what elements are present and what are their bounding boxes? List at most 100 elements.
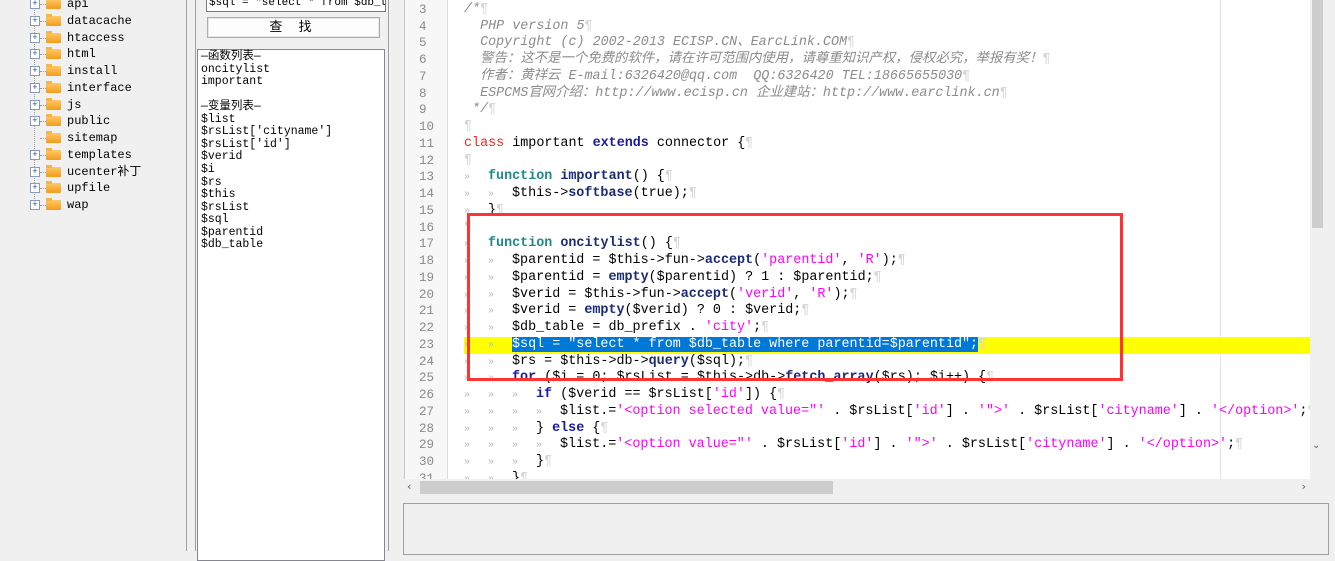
plus-box-icon[interactable]: + bbox=[30, 183, 40, 194]
tree-item-label: interface bbox=[67, 80, 132, 95]
vertical-scrollbar[interactable]: ⌄ bbox=[1310, 0, 1325, 479]
folder-icon bbox=[46, 131, 61, 143]
plus-box-icon[interactable]: + bbox=[30, 49, 40, 60]
code-token: ] . bbox=[945, 403, 978, 419]
tab-marker: » » » bbox=[464, 390, 537, 402]
plus-box-icon[interactable]: + bbox=[30, 166, 40, 177]
tab-marker: » » » bbox=[464, 456, 537, 468]
horizontal-scrollbar[interactable]: ‹ › bbox=[404, 479, 1310, 496]
symbol-item[interactable]: —函数列表— bbox=[201, 51, 261, 63]
code-line[interactable]: ¶ bbox=[464, 153, 1311, 170]
code-token: (true); bbox=[632, 186, 689, 202]
plus-box-icon[interactable]: + bbox=[30, 32, 40, 43]
pilcrow-mark: ¶ bbox=[777, 387, 786, 403]
line-number: 30 bbox=[419, 454, 435, 469]
code-line[interactable]: » » » } else {¶ bbox=[464, 421, 1311, 438]
symbol-item[interactable]: $verid bbox=[201, 151, 242, 163]
symbol-item[interactable]: $list bbox=[201, 113, 236, 126]
plus-box-icon[interactable]: + bbox=[30, 15, 40, 26]
code-line[interactable]: 作者：黄祥云 E-mail:6326420@qq.com QQ:6326420 … bbox=[464, 69, 1311, 86]
symbol-item[interactable]: important bbox=[201, 76, 263, 88]
pilcrow-mark: ¶ bbox=[600, 420, 609, 436]
code-line[interactable]: /*¶ bbox=[464, 2, 1311, 19]
code-line[interactable]: » » }¶ bbox=[464, 471, 1311, 479]
plus-box-icon[interactable]: + bbox=[30, 0, 40, 9]
pilcrow-mark: ¶ bbox=[688, 186, 697, 202]
code-token: () { bbox=[632, 169, 665, 185]
code-token: . $rsList[ bbox=[937, 437, 1027, 453]
code-token: PHP version 5 bbox=[464, 18, 585, 34]
folder-icon bbox=[46, 47, 61, 60]
line-number: 7 bbox=[419, 69, 427, 84]
horizontal-scroll-thumb[interactable] bbox=[420, 481, 833, 494]
symbol-item[interactable]: $sql bbox=[201, 214, 229, 226]
plus-box-icon[interactable]: + bbox=[30, 82, 40, 93]
symbol-item[interactable]: $this bbox=[201, 189, 236, 201]
code-line[interactable]: class important extends connector {¶ bbox=[464, 136, 1311, 153]
code-line[interactable]: Copyright (c) 2002-2013 ECISP.CN、EarcLin… bbox=[464, 35, 1311, 52]
tree-item-label: install bbox=[67, 64, 118, 78]
line-number: 9 bbox=[419, 103, 427, 118]
folder-icon bbox=[46, 164, 61, 177]
tab-marker: » » bbox=[464, 189, 513, 201]
pilcrow-mark: ¶ bbox=[745, 135, 754, 151]
tab-marker: » » » bbox=[464, 423, 537, 435]
symbol-panel: $sql = "select * from $db_ta 查 找 —函数列表— o… bbox=[196, 0, 389, 561]
line-number: 4 bbox=[419, 19, 427, 34]
tree-item-label: templates bbox=[67, 147, 132, 162]
folder-icon bbox=[46, 13, 61, 26]
search-input[interactable]: $sql = "select * from $db_ta bbox=[206, 0, 386, 12]
code-line[interactable]: » function important() {¶ bbox=[464, 169, 1311, 186]
symbol-item[interactable]: $db_table bbox=[201, 239, 263, 251]
symbol-item[interactable]: $i bbox=[201, 163, 215, 176]
symbol-item[interactable]: $rsList['id'] bbox=[201, 138, 291, 151]
code-line[interactable]: » » » » $list.='<option value="' . $rsLi… bbox=[464, 437, 1311, 454]
code-line[interactable]: » » » » $list.='<option selected value="… bbox=[464, 404, 1311, 421]
code-token: ] . bbox=[1178, 403, 1211, 419]
code-token: ; bbox=[1227, 437, 1236, 453]
line-number: 12 bbox=[419, 153, 435, 168]
code-token: important bbox=[504, 135, 593, 151]
folder-icon bbox=[46, 114, 61, 127]
line-number: 6 bbox=[419, 53, 427, 68]
code-token: ]) { bbox=[744, 387, 778, 403]
plus-box-icon[interactable]: + bbox=[30, 116, 40, 127]
symbol-list: —函数列表— oncitylist important —变量列表— $list $rsL… bbox=[197, 49, 385, 561]
code-line[interactable]: » » » }¶ bbox=[464, 454, 1311, 471]
line-number: 13 bbox=[419, 170, 435, 185]
code-token: 'id' bbox=[841, 437, 874, 453]
symbol-item[interactable]: $parentid bbox=[201, 226, 263, 239]
symbol-item[interactable]: $rsList bbox=[201, 201, 249, 214]
code-line[interactable]: */¶ bbox=[464, 102, 1311, 119]
code-token: . $rsList[ bbox=[825, 403, 914, 419]
tree-item-label: ucenter补丁 bbox=[67, 164, 142, 179]
symbol-item[interactable]: $rs bbox=[201, 176, 222, 189]
code-line[interactable]: ¶ bbox=[464, 119, 1311, 136]
tree-item-label: htaccess bbox=[67, 30, 125, 45]
plus-box-icon[interactable]: + bbox=[30, 149, 40, 160]
line-number: 26 bbox=[419, 388, 435, 403]
line-number: 20 bbox=[419, 287, 435, 302]
code-line[interactable]: » » » if ($verid == $rsList['id']) {¶ bbox=[464, 387, 1311, 404]
chevron-right-icon[interactable]: › bbox=[1302, 480, 1306, 493]
panel-splitter[interactable] bbox=[187, 0, 196, 551]
code-token: 'cityname' bbox=[1098, 403, 1179, 419]
chevron-left-icon[interactable]: ‹ bbox=[407, 480, 411, 493]
find-button[interactable]: 查 找 bbox=[207, 17, 380, 38]
line-number-gutter: 3 4 5 6 7 8 9 10 11 12 13 14 15 16 17 18 19 20 21 22 23 24 25 2… bbox=[405, 0, 448, 479]
plus-box-icon[interactable]: + bbox=[30, 200, 40, 210]
vertical-scroll-thumb[interactable] bbox=[1312, 0, 1323, 228]
chevron-down-icon[interactable]: ⌄ bbox=[1312, 440, 1320, 451]
code-line[interactable]: PHP version 5¶ bbox=[464, 19, 1311, 36]
plus-box-icon[interactable]: + bbox=[30, 66, 40, 76]
symbol-item[interactable]: $rsList['cityname'] bbox=[201, 126, 332, 138]
plus-box-icon[interactable]: + bbox=[30, 99, 40, 110]
folder-icon bbox=[46, 64, 61, 76]
code-line[interactable]: » » $this->softbase(true);¶ bbox=[464, 186, 1311, 203]
line-number: 8 bbox=[419, 86, 427, 101]
line-number: 15 bbox=[419, 203, 435, 218]
code-line[interactable]: ESPCMS官网介绍：http://www.ecisp.cn 企业建站：http… bbox=[464, 86, 1311, 103]
symbol-item[interactable]: oncitylist bbox=[201, 63, 270, 76]
symbol-item[interactable]: —变量列表— bbox=[201, 101, 261, 113]
code-line[interactable]: 警告：这不是一个免费的软件，请在许可范围内使用，请尊重知识产权，侵权必究，举报有… bbox=[464, 52, 1311, 69]
